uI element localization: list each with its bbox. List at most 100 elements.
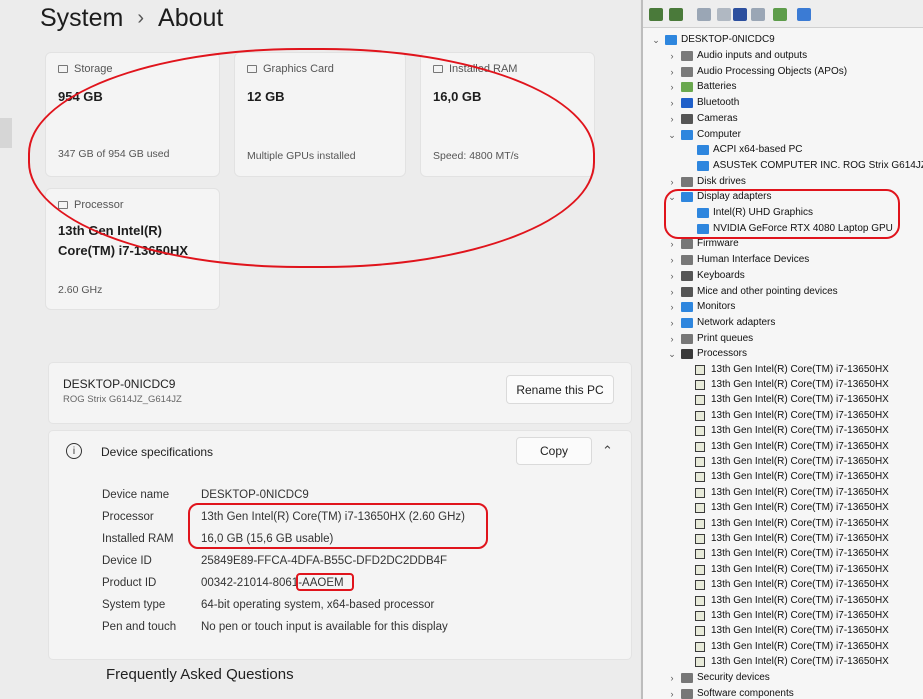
processor-node[interactable]: 13th Gen Intel(R) Core(TM) i7-13650HX bbox=[695, 640, 889, 654]
forward-arrow-icon[interactable] bbox=[669, 8, 683, 21]
help-icon[interactable] bbox=[733, 8, 747, 21]
chevron-down-icon[interactable]: ⌄ bbox=[667, 128, 677, 142]
spec-label-device-id: Device ID bbox=[102, 555, 152, 567]
device-category-icon bbox=[681, 51, 693, 61]
tree-node[interactable]: › Monitors bbox=[667, 300, 735, 314]
tree-node-label: Processors bbox=[697, 348, 748, 360]
chevron-up-icon[interactable]: ⌃ bbox=[602, 443, 613, 459]
chevron-right-icon[interactable]: › bbox=[667, 300, 677, 314]
rename-pc-button[interactable]: Rename this PC bbox=[506, 375, 614, 404]
chevron-right-icon[interactable]: › bbox=[667, 671, 677, 685]
ram-icon bbox=[433, 65, 443, 73]
tree-node[interactable]: › Human Interface Devices bbox=[667, 253, 809, 267]
processor-node[interactable]: 13th Gen Intel(R) Core(TM) i7-13650HX bbox=[695, 547, 889, 561]
tree-node[interactable]: › Firmware bbox=[667, 237, 739, 251]
tree-node[interactable]: › Batteries bbox=[667, 80, 736, 94]
processor-node-label: 13th Gen Intel(R) Core(TM) i7-13650HX bbox=[711, 579, 889, 591]
processor-node[interactable]: 13th Gen Intel(R) Core(TM) i7-13650HX bbox=[695, 609, 889, 623]
tree-node[interactable]: › Bluetooth bbox=[667, 96, 739, 110]
processor-node[interactable]: 13th Gen Intel(R) Core(TM) i7-13650HX bbox=[695, 440, 889, 454]
processor-node[interactable]: 13th Gen Intel(R) Core(TM) i7-13650HX bbox=[695, 393, 889, 407]
tree-node[interactable]: ⌄ Display adapters bbox=[667, 190, 771, 204]
tree-node[interactable]: ⌄ Processors bbox=[667, 347, 747, 361]
tree-node[interactable]: › Audio inputs and outputs bbox=[667, 49, 807, 63]
processor-chip-icon bbox=[695, 549, 705, 560]
graphics-card-card[interactable]: Graphics Card 12 GB Multiple GPUs instal… bbox=[234, 52, 406, 177]
processor-value: 13th Gen Intel(R) Core(TM) i7-13650HX bbox=[58, 221, 188, 261]
tree-node[interactable]: › Disk drives bbox=[667, 175, 746, 189]
grid-view-icon[interactable] bbox=[751, 8, 765, 21]
monitor-icon[interactable] bbox=[797, 8, 811, 21]
tree-node[interactable]: › Network adapters bbox=[667, 316, 775, 330]
processor-node[interactable]: 13th Gen Intel(R) Core(TM) i7-13650HX bbox=[695, 517, 889, 531]
chevron-right-icon[interactable]: › bbox=[667, 316, 677, 330]
processor-node[interactable]: 13th Gen Intel(R) Core(TM) i7-13650HX bbox=[695, 624, 889, 638]
spec-value-pen-touch: No pen or touch input is available for t… bbox=[201, 621, 448, 633]
back-arrow-icon[interactable] bbox=[649, 8, 663, 21]
tree-root-label: DESKTOP-0NICDC9 bbox=[681, 34, 775, 45]
copy-specs-button[interactable]: Copy bbox=[516, 437, 592, 465]
tree-node-label: Intel(R) UHD Graphics bbox=[713, 207, 814, 218]
processor-node[interactable]: 13th Gen Intel(R) Core(TM) i7-13650HX bbox=[695, 486, 889, 500]
spec-label-processor: Processor bbox=[102, 511, 154, 523]
storage-card[interactable]: Storage 954 GB 347 GB of 954 GB used bbox=[45, 52, 220, 177]
device-category-icon bbox=[681, 255, 693, 266]
chevron-right-icon[interactable]: › bbox=[667, 332, 677, 346]
chevron-down-icon[interactable]: ⌄ bbox=[667, 190, 677, 204]
tree-node[interactable]: › Print queues bbox=[667, 332, 753, 346]
chevron-right-icon[interactable]: › bbox=[667, 269, 677, 283]
tree-node-label: ASUSTeK COMPUTER INC. ROG Strix G614JZ_G bbox=[713, 159, 923, 171]
spec-value-ram: 16,0 GB (15,6 GB usable) bbox=[201, 533, 334, 545]
tree-node[interactable]: › Mice and other pointing devices bbox=[667, 285, 838, 299]
tree-node-label: Human Interface Devices bbox=[697, 254, 810, 266]
tree-node[interactable]: › Software components bbox=[667, 687, 794, 699]
processor-node[interactable]: 13th Gen Intel(R) Core(TM) i7-13650HX bbox=[695, 578, 889, 592]
chevron-right-icon[interactable]: › bbox=[667, 96, 677, 110]
ram-card[interactable]: Installed RAM 16,0 GB Speed: 4800 MT/s bbox=[420, 52, 595, 177]
processor-node[interactable]: 13th Gen Intel(R) Core(TM) i7-13650HX bbox=[695, 424, 889, 438]
processor-node[interactable]: 13th Gen Intel(R) Core(TM) i7-13650HX bbox=[695, 501, 889, 515]
tree-node[interactable]: › Security devices bbox=[667, 671, 770, 685]
processor-chip-icon bbox=[695, 626, 705, 637]
list-view-icon[interactable] bbox=[717, 8, 731, 21]
processor-node-label: 13th Gen Intel(R) Core(TM) i7-13650HX bbox=[711, 625, 889, 637]
spec-label-device-name: Device name bbox=[102, 489, 170, 501]
tree-node[interactable]: › Keyboards bbox=[667, 269, 745, 283]
processor-card[interactable]: Processor 13th Gen Intel(R) Core(TM) i7-… bbox=[45, 188, 220, 310]
tree-node[interactable]: Intel(R) UHD Graphics bbox=[683, 206, 813, 220]
tree-node[interactable]: › Audio Processing Objects (APOs) bbox=[667, 65, 847, 79]
processor-node[interactable]: 13th Gen Intel(R) Core(TM) i7-13650HX bbox=[695, 363, 889, 377]
tree-root[interactable]: ⌄ DESKTOP-0NICDC9 bbox=[651, 33, 775, 47]
chevron-right-icon: › bbox=[137, 7, 145, 29]
processor-node[interactable]: 13th Gen Intel(R) Core(TM) i7-13650HX bbox=[695, 563, 889, 577]
processor-node[interactable]: 13th Gen Intel(R) Core(TM) i7-13650HX bbox=[695, 532, 889, 546]
chevron-right-icon[interactable]: › bbox=[667, 175, 677, 189]
processor-node[interactable]: 13th Gen Intel(R) Core(TM) i7-13650HX bbox=[695, 378, 889, 392]
scan-hardware-icon[interactable] bbox=[773, 8, 787, 21]
chevron-right-icon[interactable]: › bbox=[667, 253, 677, 267]
tree-node[interactable]: ⌄ Computer bbox=[667, 128, 741, 142]
breadcrumb-system[interactable]: System bbox=[40, 4, 123, 32]
chevron-right-icon[interactable]: › bbox=[667, 65, 677, 79]
tree-node[interactable]: ACPI x64-based PC bbox=[683, 143, 803, 157]
chevron-right-icon[interactable]: › bbox=[667, 687, 677, 699]
chevron-right-icon[interactable]: › bbox=[667, 112, 677, 126]
tree-node[interactable]: › Cameras bbox=[667, 112, 738, 126]
tree-node[interactable]: ASUSTeK COMPUTER INC. ROG Strix G614JZ_G bbox=[683, 159, 923, 173]
chevron-right-icon[interactable]: › bbox=[667, 80, 677, 94]
processor-node[interactable]: 13th Gen Intel(R) Core(TM) i7-13650HX bbox=[695, 655, 889, 669]
chevron-right-icon[interactable]: › bbox=[667, 49, 677, 63]
processor-node[interactable]: 13th Gen Intel(R) Core(TM) i7-13650HX bbox=[695, 409, 889, 423]
faq-title[interactable]: Frequently Asked Questions bbox=[106, 666, 294, 683]
properties-icon[interactable] bbox=[697, 8, 711, 21]
processor-node[interactable]: 13th Gen Intel(R) Core(TM) i7-13650HX bbox=[695, 455, 889, 469]
device-category-icon bbox=[681, 317, 693, 328]
chevron-down-icon[interactable]: ⌄ bbox=[651, 33, 661, 47]
chevron-down-icon[interactable]: ⌄ bbox=[667, 347, 677, 361]
processor-node[interactable]: 13th Gen Intel(R) Core(TM) i7-13650HX bbox=[695, 470, 889, 484]
chevron-right-icon[interactable]: › bbox=[667, 285, 677, 299]
chevron-right-icon[interactable]: › bbox=[667, 237, 677, 251]
processor-node[interactable]: 13th Gen Intel(R) Core(TM) i7-13650HX bbox=[695, 594, 889, 608]
tree-node[interactable]: NVIDIA GeForce RTX 4080 Laptop GPU bbox=[683, 222, 893, 236]
processor-chip-icon bbox=[695, 657, 705, 668]
